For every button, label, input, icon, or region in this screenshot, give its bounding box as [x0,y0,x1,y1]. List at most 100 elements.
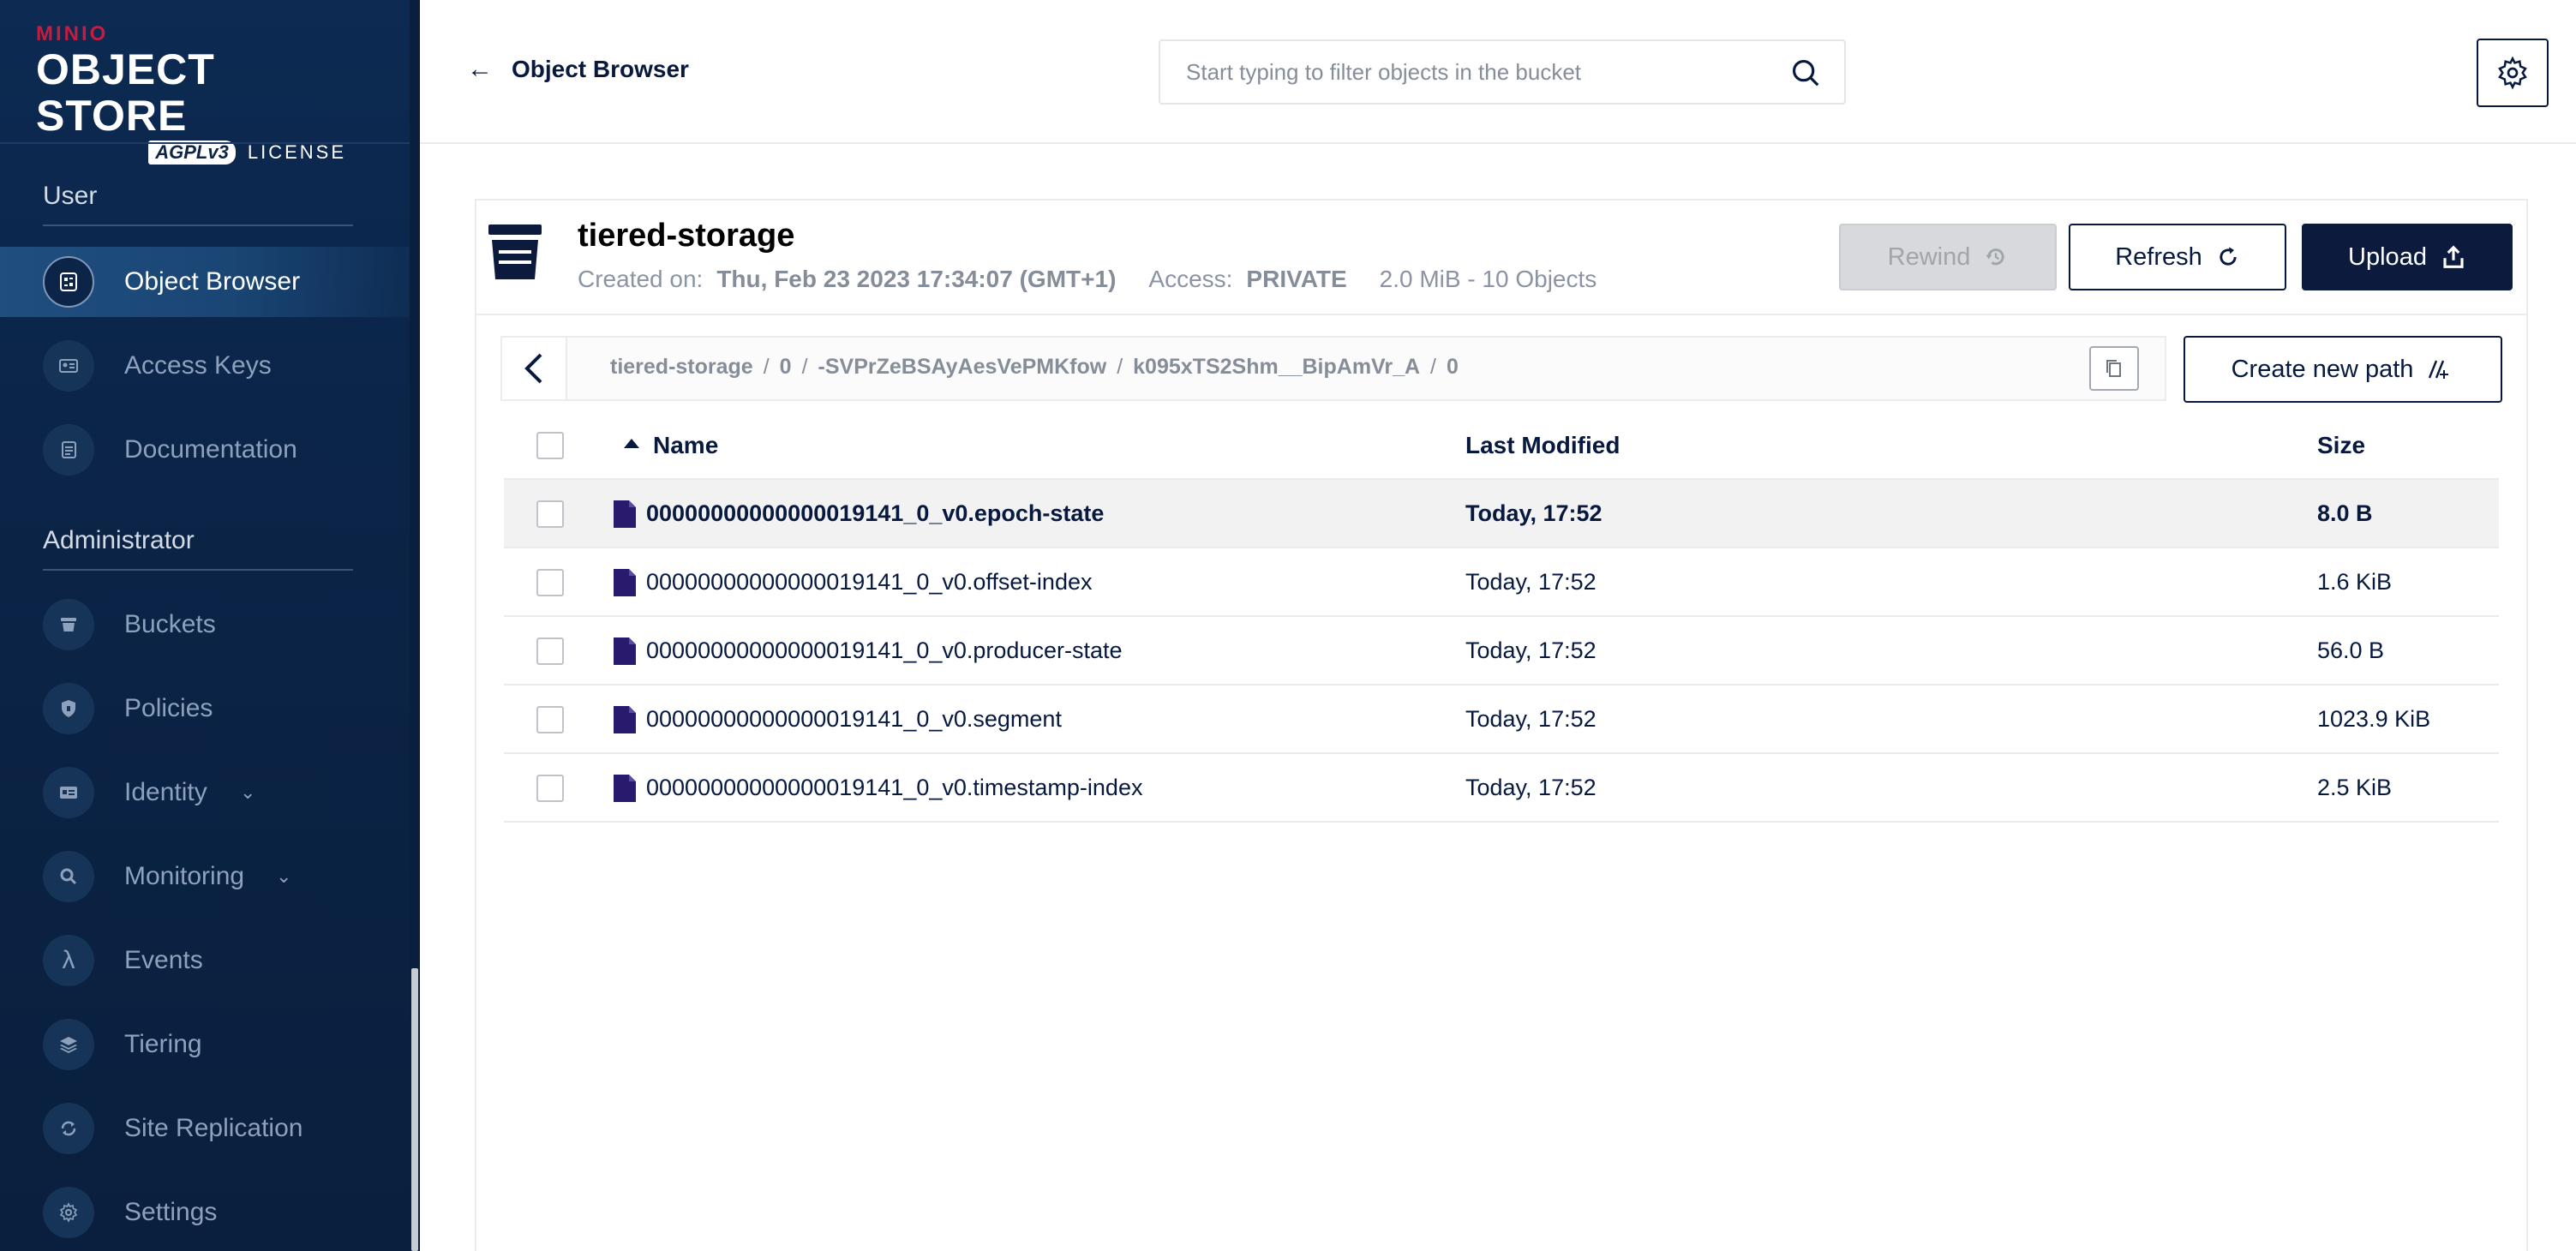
sidebar-item-tiering[interactable]: Tiering [0,1009,410,1080]
sidebar-item-label: Site Replication [124,1114,303,1142]
minio-wordmark: MINIO [36,22,109,45]
object-name: 00000000000000019141_0_v0.offset-index [646,569,1093,595]
sort-ascending-icon[interactable] [624,439,639,448]
sidebar-item-label: Events [124,946,203,974]
upload-icon [2443,245,2464,268]
copy-path-button[interactable] [2089,346,2139,391]
sidebar-item-access-keys[interactable]: Access Keys [0,331,410,401]
create-new-path-button[interactable]: Create new path [2184,336,2502,403]
breadcrumb-item[interactable]: 0 [1447,355,1459,380]
copy-icon [2106,360,2121,377]
object-size: 1.6 KiB [2317,569,2393,595]
row-checkbox[interactable] [536,775,564,802]
new-path-icon [2429,360,2449,379]
section-divider [43,569,353,571]
bucket-meta: Created on: Thu, Feb 23 2023 17:34:07 (G… [578,266,1597,293]
breadcrumb-item[interactable]: 0 [780,355,792,380]
lambda-icon: λ [43,935,94,986]
sync-icon [43,1103,94,1154]
object-browser-icon [43,256,94,308]
search-icon[interactable] [1789,57,1822,89]
sidebar-scrollbar[interactable] [410,0,420,1251]
access-label: Access: [1148,266,1233,292]
column-header-size[interactable]: Size [2317,432,2365,459]
row-checkbox[interactable] [536,706,564,733]
refresh-label: Refresh [2115,242,2202,271]
back-link-label: Object Browser [512,56,689,82]
refresh-icon [2220,247,2237,266]
sidebar-item-label: Settings [124,1198,218,1226]
section-divider [43,224,353,226]
column-header-name[interactable]: Name [653,432,718,459]
chevron-down-icon[interactable]: ⌄ [276,865,291,888]
search-input[interactable] [1186,41,1769,103]
upload-label: Upload [2348,242,2427,271]
sidebar-item-label: Monitoring [124,862,245,890]
object-name: 00000000000000019141_0_v0.timestamp-inde… [646,775,1143,800]
table-row[interactable]: 00000000000000019141_0_v0.timestamp-inde… [504,754,2499,823]
column-header-last-modified[interactable]: Last Modified [1465,432,1620,459]
section-label-administrator: Administrator [43,526,195,554]
object-table: Name Last Modified Size 0000000000000001… [504,411,2499,823]
breadcrumb-back-button[interactable] [502,338,567,399]
back-to-object-browser-link[interactable]: ← Object Browser [467,55,689,84]
row-checkbox[interactable] [536,637,564,665]
bucket-icon [488,224,542,279]
breadcrumb-item[interactable]: -SVPrZeBSAyAesVePMKfow [818,355,1107,380]
table-row[interactable]: 00000000000000019141_0_v0.segment Today,… [504,685,2499,754]
chevron-down-icon[interactable]: ⌄ [240,781,255,804]
section-label-user: User [43,182,98,210]
layers-icon [43,1019,94,1070]
sidebar-item-events[interactable]: λ Events [0,925,410,996]
shield-icon [43,683,94,734]
brand-divider [0,142,410,144]
table-row[interactable]: 00000000000000019141_0_v0.producer-state… [504,617,2499,685]
sidebar-item-object-browser[interactable]: Object Browser [0,247,410,317]
upload-button[interactable]: Upload [2302,224,2513,290]
file-icon [614,569,636,596]
refresh-button[interactable]: Refresh [2069,224,2286,290]
sidebar-item-site-replication[interactable]: Site Replication [0,1093,410,1164]
search-box[interactable] [1159,39,1846,105]
row-checkbox[interactable] [536,569,564,596]
sidebar-item-label: Object Browser [124,267,301,296]
table-header: Name Last Modified Size [504,411,2499,480]
select-all-checkbox[interactable] [536,432,564,459]
breadcrumb: tiered-storage / 0 / -SVPrZeBSAyAesVePMK… [500,336,2166,401]
sidebar-item-label: Tiering [124,1030,202,1058]
table-row[interactable]: 00000000000000019141_0_v0.epoch-state To… [504,480,2499,548]
object-size: 8.0 B [2317,500,2373,526]
scrollbar-thumb[interactable] [411,968,418,1251]
sidebar-item-identity[interactable]: Identity ⌄ [0,757,410,828]
created-value: Thu, Feb 23 2023 17:34:07 (GMT+1) [716,266,1117,292]
brand-logo[interactable]: MINIO OBJECT STORE AGPLv3 LICENSE [36,22,362,165]
breadcrumb-item[interactable]: tiered-storage [610,355,753,380]
object-modified: Today, 17:52 [1465,637,1597,663]
usage-summary: 2.0 MiB - 10 Objects [1379,266,1597,292]
settings-button[interactable] [2477,39,2549,107]
rewind-button[interactable]: Rewind [1839,224,2057,290]
file-icon [614,500,636,528]
object-name: 00000000000000019141_0_v0.epoch-state [646,500,1105,526]
table-row[interactable]: 00000000000000019141_0_v0.offset-index T… [504,548,2499,617]
sidebar-item-monitoring[interactable]: Monitoring ⌄ [0,841,410,912]
sidebar-item-documentation[interactable]: Documentation [0,415,410,485]
sidebar-item-label: Access Keys [124,351,272,380]
object-size: 56.0 B [2317,637,2385,663]
row-checkbox[interactable] [536,500,564,528]
sidebar: MINIO OBJECT STORE AGPLv3 LICENSE User O… [0,0,410,1251]
sidebar-item-label: Documentation [124,435,297,464]
breadcrumb-item[interactable]: k095xTS2Shm__BipAmVr_A [1133,355,1420,380]
breadcrumb-separator: / [1117,355,1123,379]
file-icon [614,706,636,733]
access-value: PRIVATE [1246,266,1347,292]
object-size: 1023.9 KiB [2317,706,2431,732]
sidebar-item-label: Buckets [124,610,216,638]
created-label: Created on: [578,266,704,292]
sidebar-item-settings[interactable]: Settings [0,1177,410,1248]
file-icon [614,637,636,665]
sidebar-item-buckets[interactable]: Buckets [0,590,410,660]
sidebar-item-policies[interactable]: Policies [0,673,410,744]
object-modified: Today, 17:52 [1465,775,1597,800]
sidebar-item-label: Policies [124,694,213,722]
